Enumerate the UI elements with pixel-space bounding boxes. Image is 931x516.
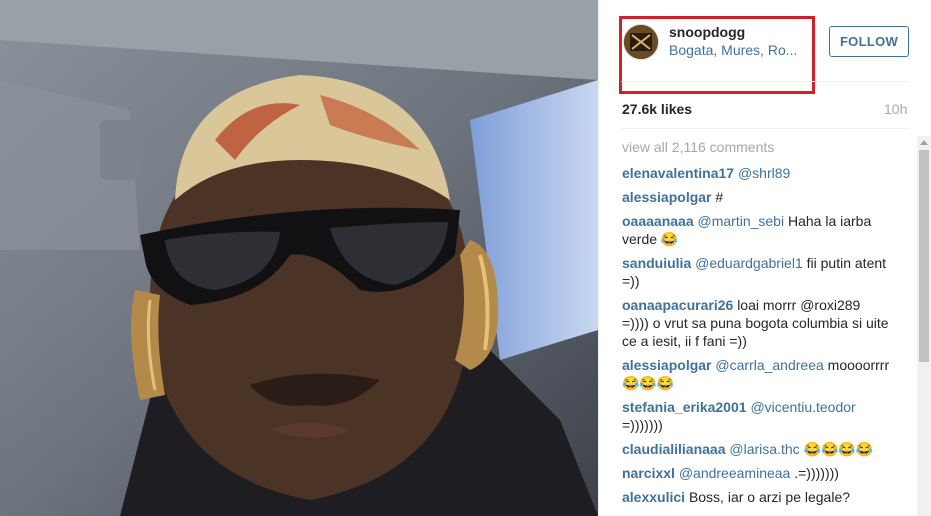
view-all-comments-link[interactable]: view all 2,116 comments <box>622 139 774 155</box>
comment-item: sanduiulia @eduardgabriel1 fii putin ate… <box>622 254 890 290</box>
comment-username[interactable]: narcixxl <box>622 465 675 481</box>
comment-mention[interactable]: @andreeamineaa <box>679 465 791 481</box>
likes-count[interactable]: 27.6k likes <box>622 101 692 117</box>
header-divider <box>621 81 909 82</box>
comment-item: elenavalentina17 @shrl89 <box>622 164 890 182</box>
scrollbar[interactable] <box>917 136 931 516</box>
likes-divider <box>621 128 909 129</box>
comment-username[interactable]: alexxulici <box>622 489 685 505</box>
comment-mention[interactable]: @martin_sebi <box>698 213 785 229</box>
scroll-up-arrow-icon[interactable] <box>920 140 928 145</box>
comment-item: alexxulici Boss, iar o arzi pe legale? <box>622 488 890 506</box>
comment-text: .=))))))) <box>794 465 839 481</box>
comment-mention[interactable]: @carrla_andreea <box>715 357 823 373</box>
post-sidebar: snoopdogg Bogata, Mures, Ro... FOLLOW 27… <box>599 0 931 516</box>
comment-item: stefania_erika2001 @vicentiu.teodor =)))… <box>622 398 890 434</box>
comments-list: elenavalentina17 @shrl89 alessiapolgar # o… <box>622 164 890 512</box>
comment-text: Boss, iar o arzi pe legale? <box>688 489 851 505</box>
comment-username[interactable]: claudialilianaaa <box>622 441 726 457</box>
comment-text: # <box>715 189 724 205</box>
comment-mention[interactable]: @eduardgabriel1 <box>695 255 803 271</box>
comment-username[interactable]: oanaapacurari26 <box>622 297 733 313</box>
scrollbar-thumb[interactable] <box>919 150 929 362</box>
comment-mention[interactable]: @larisa.thc <box>729 441 799 457</box>
comment-username[interactable]: alessiapolgar <box>622 189 712 205</box>
comment-item: alessiapolgar @carrla_andreea moooorrrr😂… <box>622 356 890 392</box>
comment-item: alessiapolgar # <box>622 188 890 206</box>
comment-text: 😂😂😂😂 <box>803 441 874 457</box>
comment-mention[interactable]: @vicentiu.teodor <box>750 399 855 415</box>
comment-item: oaaaanaaa @martin_sebi Haha la iarba ver… <box>622 212 890 248</box>
comment-username[interactable]: stefania_erika2001 <box>622 399 747 415</box>
comment-username[interactable]: sanduiulia <box>622 255 691 271</box>
comment-username[interactable]: elenavalentina17 <box>622 165 734 181</box>
comment-text: =))))))) <box>622 417 663 433</box>
comment-item: narcixxl @andreeamineaa .=))))))) <box>622 464 890 482</box>
post-photo[interactable] <box>0 0 598 516</box>
post-timestamp[interactable]: 10h <box>884 101 907 117</box>
comment-mention[interactable]: @shrl89 <box>738 165 790 181</box>
comment-item: oanaapacurari26 loai morrr @roxi289 =)))… <box>622 296 890 350</box>
comment-username[interactable]: oaaaanaaa <box>622 213 694 229</box>
follow-button[interactable]: FOLLOW <box>829 26 909 57</box>
comment-username[interactable]: alessiapolgar <box>622 357 712 373</box>
comment-item: claudialilianaaa @larisa.thc 😂😂😂😂 <box>622 440 890 458</box>
highlight-box <box>619 16 815 94</box>
post-header: snoopdogg Bogata, Mures, Ro... FOLLOW <box>599 0 931 94</box>
